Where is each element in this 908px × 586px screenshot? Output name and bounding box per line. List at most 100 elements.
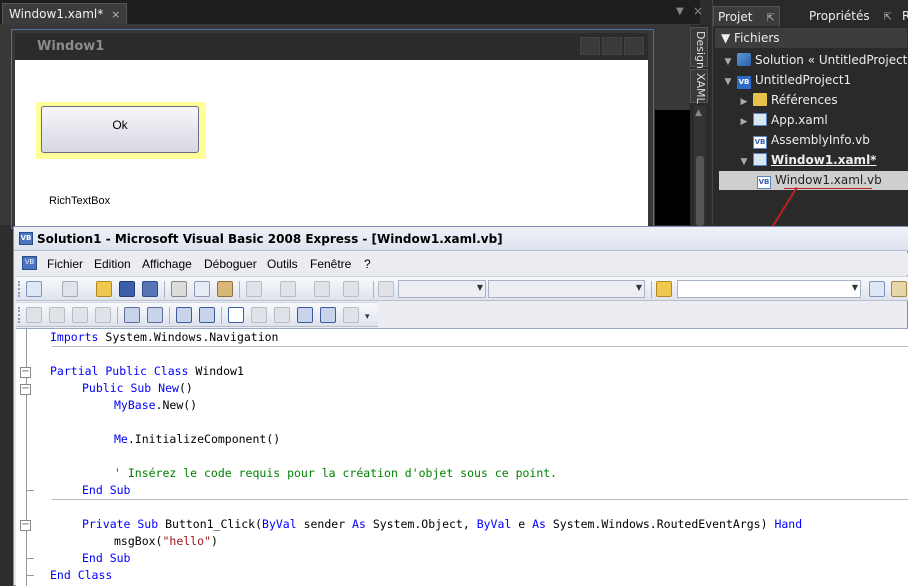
object-members-icon[interactable]: [26, 307, 42, 323]
menu-affichage[interactable]: Affichage: [139, 253, 195, 275]
copy-icon[interactable]: [194, 281, 210, 297]
close-document-icon[interactable]: ×: [693, 4, 703, 18]
vb-file-icon: VB: [757, 176, 771, 189]
find-input[interactable]: ▼: [677, 280, 861, 298]
navigate-back-icon[interactable]: [314, 281, 330, 297]
vb-app-icon: VB: [19, 232, 33, 245]
tab-xaml[interactable]: XAML: [690, 69, 708, 104]
parameter-info-icon[interactable]: [49, 307, 65, 323]
save-icon[interactable]: [119, 281, 135, 297]
tree-item-label: Window1.xaml*: [771, 153, 877, 167]
quick-info-icon[interactable]: [72, 307, 88, 323]
collapse-region-icon[interactable]: −: [20, 384, 31, 395]
clear-bookmarks-icon[interactable]: [343, 307, 359, 323]
menu-outils[interactable]: Outils: [264, 253, 301, 275]
open-folder-icon[interactable]: [96, 281, 112, 297]
menu-fenetre[interactable]: Fenêtre: [307, 253, 354, 275]
collapse-icon[interactable]: ▼: [721, 73, 735, 92]
menu-deboguer[interactable]: Déboguer: [201, 253, 260, 275]
solution-icon: [737, 53, 751, 66]
collapse-region-icon[interactable]: −: [20, 367, 31, 378]
code-line[interactable]: Private Sub Button1_Click(ByVal sender A…: [82, 516, 802, 533]
add-item-icon[interactable]: [62, 281, 78, 297]
redo-icon[interactable]: [280, 281, 296, 297]
tree-item-window1-xaml[interactable]: ▼ Window1.xaml*: [737, 151, 876, 170]
code-line[interactable]: Imports System.Windows.Navigation: [50, 329, 278, 346]
complete-word-icon[interactable]: [95, 307, 111, 323]
start-debugging-icon[interactable]: [378, 281, 394, 297]
collapse-icon[interactable]: ▼: [721, 53, 735, 72]
tree-item-assemblyinfo[interactable]: VB AssemblyInfo.vb: [737, 131, 870, 150]
richtextbox-label[interactable]: RichTextBox: [49, 195, 110, 207]
paste-icon[interactable]: [217, 281, 233, 297]
toolbar-grip[interactable]: [18, 307, 21, 323]
code-comment-line[interactable]: ' Insérez le code requis pour la créatio…: [114, 465, 557, 482]
solution-configuration-dropdown[interactable]: ▼: [398, 280, 486, 298]
solution-explorer-icon[interactable]: [869, 281, 885, 297]
expand-icon[interactable]: ▶: [737, 93, 751, 112]
window-title-bar[interactable]: VB Solution1 - Microsoft Visual Basic 20…: [14, 227, 908, 251]
ok-button[interactable]: Ok: [41, 106, 199, 153]
scroll-up-icon[interactable]: ▲: [695, 108, 702, 118]
solution-platform-dropdown[interactable]: ▼: [488, 280, 645, 298]
tree-item-label: Window1.xaml.vb: [775, 173, 882, 187]
vb-express-window: VB Solution1 - Microsoft Visual Basic 20…: [13, 226, 908, 586]
comment-lines-icon[interactable]: [176, 307, 192, 323]
files-section-header[interactable]: ▼ Fichiers: [715, 28, 907, 48]
increase-indent-icon[interactable]: [147, 307, 163, 323]
cut-icon[interactable]: [171, 281, 187, 297]
code-line[interactable]: Public Sub New(): [82, 380, 193, 397]
xaml-file-icon: [753, 153, 767, 166]
navigate-forward-icon[interactable]: [343, 281, 359, 297]
code-line[interactable]: End Sub: [82, 550, 130, 567]
new-project-icon[interactable]: [26, 281, 42, 297]
code-line[interactable]: End Class: [50, 567, 112, 584]
menu-help[interactable]: ?: [361, 253, 374, 275]
code-line[interactable]: Partial Public Class Window1: [50, 363, 244, 380]
menu-edition[interactable]: Edition: [91, 253, 134, 275]
find-in-files-icon[interactable]: [656, 281, 672, 297]
tree-item-project[interactable]: ▼ VB UntitledProject1: [721, 71, 851, 90]
tree-item-solution[interactable]: ▼ Solution « UntitledProject1 » (1: [721, 51, 908, 70]
artboard-scrollbar[interactable]: ▲: [694, 106, 706, 226]
toolbar-options-icon[interactable]: ▾: [365, 307, 375, 323]
collapse-region-icon[interactable]: −: [20, 520, 31, 531]
previous-bookmark-icon[interactable]: [251, 307, 267, 323]
tab-projet[interactable]: Projet ⇱: [713, 6, 780, 26]
tab-ressources[interactable]: Re: [898, 6, 908, 26]
system-menu-icon[interactable]: VB: [22, 256, 37, 270]
tab-design[interactable]: Design: [690, 27, 708, 69]
chevron-down-icon: ▼: [635, 283, 642, 292]
tree-item-app-xaml[interactable]: ▶ App.xaml: [737, 111, 828, 130]
collapse-icon[interactable]: ▼: [737, 153, 751, 172]
uncomment-lines-icon[interactable]: [199, 307, 215, 323]
popout-icon[interactable]: ⇱: [766, 13, 774, 24]
code-line[interactable]: MyBase.New(): [114, 397, 197, 414]
undo-icon[interactable]: [246, 281, 262, 297]
code-editor[interactable]: − − − Imports System.Windows.Navigation …: [16, 328, 908, 586]
chevron-down-icon: ▼: [476, 283, 483, 292]
decrease-indent-icon[interactable]: [124, 307, 140, 323]
code-line[interactable]: End Sub: [82, 482, 130, 499]
next-bookmark-folder-icon[interactable]: [320, 307, 336, 323]
next-bookmark-icon[interactable]: [274, 307, 290, 323]
toggle-bookmark-icon[interactable]: [228, 307, 244, 323]
maximize-button: [602, 37, 622, 55]
tab-list-dropdown-icon[interactable]: ▼: [676, 6, 684, 17]
expand-icon[interactable]: ▶: [737, 113, 751, 132]
properties-window-icon[interactable]: [891, 281, 907, 297]
close-tab-icon[interactable]: ×: [111, 8, 120, 21]
save-all-icon[interactable]: [142, 281, 158, 297]
toolbar-grip[interactable]: [18, 281, 21, 297]
tab-proprietes[interactable]: Propriétés ⇱: [805, 6, 896, 26]
previous-bookmark-folder-icon[interactable]: [297, 307, 313, 323]
region-end-marker: [26, 575, 34, 576]
document-tab-window1-xaml[interactable]: Window1.xaml* ×: [2, 3, 128, 24]
scrollbar-thumb[interactable]: [696, 156, 704, 226]
code-line[interactable]: Me.InitializeComponent(): [114, 431, 280, 448]
popout-icon[interactable]: ⇱: [884, 12, 892, 23]
tree-item-references[interactable]: ▶ Références: [737, 91, 838, 110]
code-line[interactable]: msgBox("hello"): [114, 533, 218, 550]
document-tab-label: Window1.xaml*: [9, 7, 104, 21]
menu-fichier[interactable]: Fichier: [44, 253, 86, 275]
